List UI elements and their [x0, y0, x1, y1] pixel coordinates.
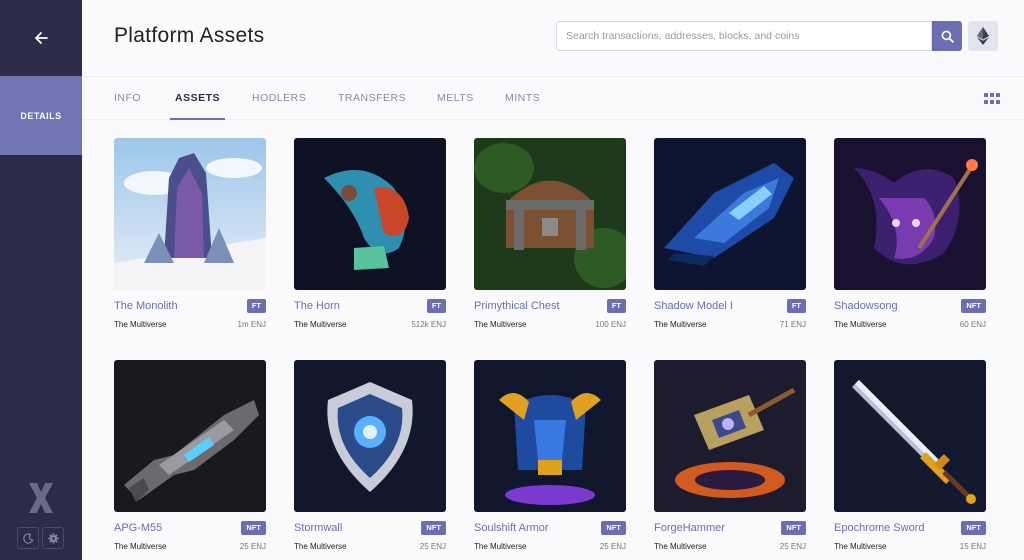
asset-card-sword[interactable]: Epochrome Sword NFT The Multiverse 15 EN… [834, 360, 986, 560]
sidebar: DETAILS [0, 0, 82, 560]
sword-artwork [834, 360, 986, 512]
asset-card-armor[interactable]: Soulshift Armor NFT The Multiverse 25 EN… [474, 360, 626, 560]
monolith-artwork [114, 138, 266, 290]
network-selector-button[interactable] [968, 21, 998, 51]
asset-type-badge: NFT [961, 521, 986, 535]
asset-card-chest[interactable]: Primythical Chest FT The Multiverse 100 … [474, 138, 626, 338]
asset-type-badge: FT [426, 299, 446, 313]
search-button[interactable] [932, 21, 962, 51]
theme-toggle-button[interactable] [17, 527, 39, 549]
asset-owner: The Multiverse [114, 320, 167, 329]
asset-image[interactable] [654, 360, 806, 512]
horn-artwork [294, 138, 446, 290]
armor-artwork [474, 360, 626, 512]
settings-button[interactable] [42, 527, 64, 549]
asset-owner: The Multiverse [654, 542, 707, 551]
gun-artwork [114, 360, 266, 512]
tab-mints[interactable]: MINTS [505, 77, 540, 120]
grid-icon [984, 93, 988, 97]
asset-card-shadowsong[interactable]: Shadowsong NFT The Multiverse 60 ENJ [834, 138, 986, 338]
asset-image[interactable] [474, 138, 626, 290]
asset-card-monolith[interactable]: The Monolith FT The Multiverse 1m ENJ [114, 138, 266, 338]
asset-image[interactable] [654, 138, 806, 290]
asset-name[interactable]: APG-M55 [114, 522, 162, 534]
asset-owner: The Multiverse [294, 542, 347, 551]
page-title: Platform Assets [114, 24, 265, 47]
asset-name[interactable]: Primythical Chest [474, 300, 560, 312]
asset-type-badge: NFT [601, 521, 626, 535]
tab-melts[interactable]: MELTS [437, 77, 474, 120]
asset-owner: The Multiverse [834, 542, 887, 551]
asset-supply: 1m ENJ [237, 320, 266, 329]
asset-supply: 71 ENJ [779, 320, 806, 329]
asset-type-badge: FT [606, 299, 626, 313]
asset-image[interactable] [474, 360, 626, 512]
asset-type-badge: FT [786, 299, 806, 313]
asset-image[interactable] [114, 360, 266, 512]
asset-supply: 25 ENJ [779, 542, 806, 551]
tab-assets[interactable]: ASSETS [169, 77, 226, 120]
ship-artwork [654, 138, 806, 290]
asset-type-badge: FT [246, 299, 266, 313]
sidebar-item-label: DETAILS [20, 110, 62, 121]
shield-artwork [294, 360, 446, 512]
tab-hodlers[interactable]: HODLERS [252, 77, 306, 120]
asset-name[interactable]: The Horn [294, 300, 340, 312]
asset-card-horn[interactable]: The Horn FT The Multiverse 512k ENJ [294, 138, 446, 338]
asset-supply: 15 ENJ [959, 542, 986, 551]
asset-supply: 512k ENJ [411, 320, 446, 329]
ethereum-icon [977, 27, 989, 45]
asset-image[interactable] [834, 360, 986, 512]
asset-supply: 100 ENJ [595, 320, 626, 329]
asset-owner: The Multiverse [114, 542, 167, 551]
asset-image[interactable] [834, 138, 986, 290]
tab-transfers[interactable]: TRANSFERS [338, 77, 406, 120]
hammer-artwork [654, 360, 806, 512]
asset-name[interactable]: Shadow Model I [654, 300, 733, 312]
arrow-left-icon [35, 32, 48, 44]
moon-icon [22, 532, 33, 544]
asset-type-badge: NFT [241, 521, 266, 535]
asset-supply: 25 ENJ [419, 542, 446, 551]
asset-image[interactable] [114, 138, 266, 290]
asset-type-badge: NFT [421, 521, 446, 535]
asset-name[interactable]: Shadowsong [834, 300, 898, 312]
asset-owner: The Multiverse [474, 320, 527, 329]
asset-owner: The Multiverse [654, 320, 707, 329]
enjin-logo-icon [29, 483, 53, 513]
header: Platform Assets [82, 0, 1024, 76]
asset-owner: The Multiverse [474, 542, 527, 551]
chest-artwork [474, 138, 626, 290]
asset-card-ship[interactable]: Shadow Model I FT The Multiverse 71 ENJ [654, 138, 806, 338]
asset-image[interactable] [294, 138, 446, 290]
search-icon [941, 30, 954, 43]
asset-name[interactable]: The Monolith [114, 300, 178, 312]
asset-supply: 25 ENJ [599, 542, 626, 551]
asset-type-badge: NFT [781, 521, 806, 535]
back-button[interactable] [0, 0, 82, 76]
asset-owner: The Multiverse [834, 320, 887, 329]
asset-name[interactable]: Soulshift Armor [474, 522, 549, 534]
gear-icon [47, 532, 59, 544]
asset-card-hammer[interactable]: ForgeHammer NFT The Multiverse 25 ENJ [654, 360, 806, 560]
asset-supply: 25 ENJ [239, 542, 266, 551]
search-input[interactable] [556, 21, 932, 51]
asset-name[interactable]: ForgeHammer [654, 522, 725, 534]
asset-name[interactable]: Epochrome Sword [834, 522, 925, 534]
sidebar-item-details[interactable]: DETAILS [0, 76, 82, 155]
asset-owner: The Multiverse [294, 320, 347, 329]
asset-image[interactable] [294, 360, 446, 512]
asset-supply: 60 ENJ [959, 320, 986, 329]
asset-card-shield[interactable]: Stormwall NFT The Multiverse 25 ENJ [294, 360, 446, 560]
tab-info[interactable]: INFO [114, 77, 141, 120]
shadowsong-artwork [834, 138, 986, 290]
grid-view-button[interactable] [984, 93, 1000, 105]
asset-name[interactable]: Stormwall [294, 522, 342, 534]
tab-bar: INFO ASSETS HODLERS TRANSFERS MELTS MINT… [82, 76, 1024, 120]
asset-card-gun[interactable]: APG-M55 NFT The Multiverse 25 ENJ [114, 360, 266, 560]
asset-type-badge: NFT [961, 299, 986, 313]
